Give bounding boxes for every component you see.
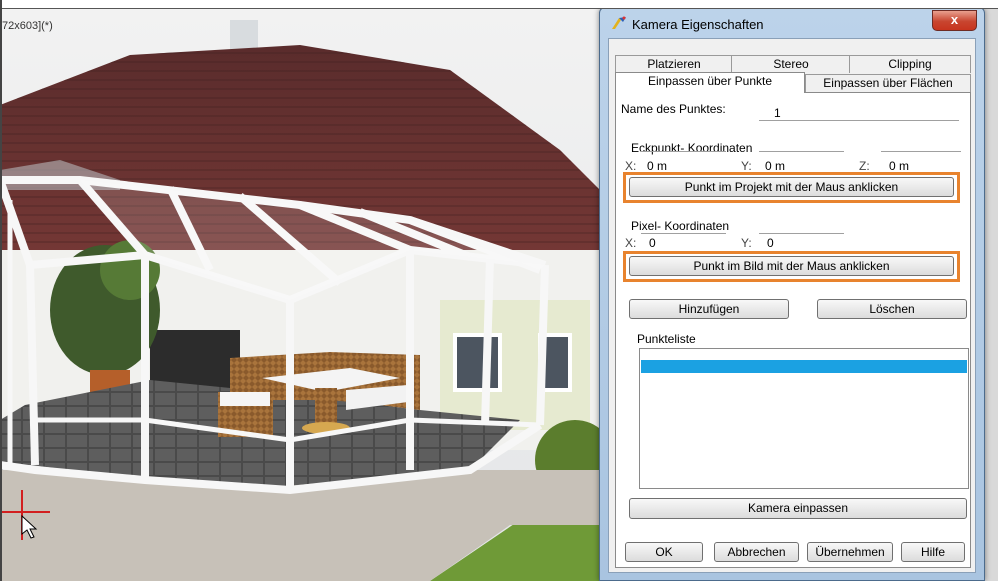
tab-panel <box>615 92 971 568</box>
tab-stereo[interactable]: Stereo <box>731 55 851 73</box>
close-button[interactable]: x <box>932 10 977 31</box>
pixel-coords-heading: Pixel- Koordinaten <box>631 219 730 233</box>
window <box>453 333 502 392</box>
house-photo-scene[interactable] <box>0 0 600 581</box>
delete-button[interactable]: Löschen <box>817 299 967 319</box>
corner-y-field[interactable]: 0 m <box>765 159 785 173</box>
pick-point-in-project-button[interactable]: Punkt im Projekt mit der Maus anklicken <box>629 177 954 197</box>
corner-y-label: Y: <box>741 159 752 173</box>
pixel-y-label: Y: <box>741 236 752 250</box>
help-button[interactable]: Hilfe <box>901 542 965 562</box>
add-button[interactable]: Hinzufügen <box>629 299 789 319</box>
ok-button[interactable]: OK <box>625 542 703 562</box>
window-top-border <box>0 0 998 9</box>
pixel-y-field[interactable]: 0 <box>767 236 774 250</box>
point-name-field[interactable]: 1 <box>774 106 781 120</box>
window-left-border <box>0 0 2 581</box>
corner-x-label: X: <box>625 159 637 173</box>
point-name-label: Name des Punktes: <box>621 102 726 116</box>
tab-einpassen-flaechen[interactable]: Einpassen über Flächen <box>805 74 971 92</box>
dialog-client-area: Platzieren Stereo Clipping Einpassen übe… <box>608 38 976 573</box>
fit-camera-button[interactable]: Kamera einpassen <box>629 498 967 519</box>
apply-button[interactable]: Übernehmen <box>807 542 893 562</box>
point-list-selected-row[interactable] <box>641 360 967 373</box>
dialog-titlebar[interactable]: Kamera Eigenschaften x <box>600 8 984 38</box>
corner-z-label: Z: <box>859 159 870 173</box>
tab-platzieren[interactable]: Platzieren <box>615 55 733 73</box>
pixel-x-field[interactable]: 0 <box>649 236 656 250</box>
corner-z-field[interactable]: 0 m <box>889 159 909 173</box>
tab-einpassen-punkte[interactable]: Einpassen über Punkte <box>615 72 805 93</box>
table-leg <box>315 388 337 426</box>
pick-point-in-image-button[interactable]: Punkt im Bild mit der Maus anklicken <box>629 256 954 276</box>
viewport-title: 72x603](*) <box>2 20 53 32</box>
camera-properties-dialog: Kamera Eigenschaften x Platzieren Stereo… <box>599 7 985 581</box>
pixel-x-label: X: <box>625 236 637 250</box>
point-name-underline <box>759 120 959 121</box>
corner-x-field[interactable]: 0 m <box>647 159 667 173</box>
point-list[interactable] <box>639 348 969 489</box>
point-list-label: Punkteliste <box>637 332 696 346</box>
tab-clipping[interactable]: Clipping <box>849 55 971 73</box>
render-viewport[interactable]: 72x603](*) <box>0 0 600 581</box>
cancel-button[interactable]: Abbrechen <box>714 542 799 562</box>
dialog-title: Kamera Eigenschaften <box>632 17 764 32</box>
corner-coords-heading: Eckpunkt- Koordinaten <box>631 141 753 155</box>
camera-app-icon <box>612 16 626 29</box>
